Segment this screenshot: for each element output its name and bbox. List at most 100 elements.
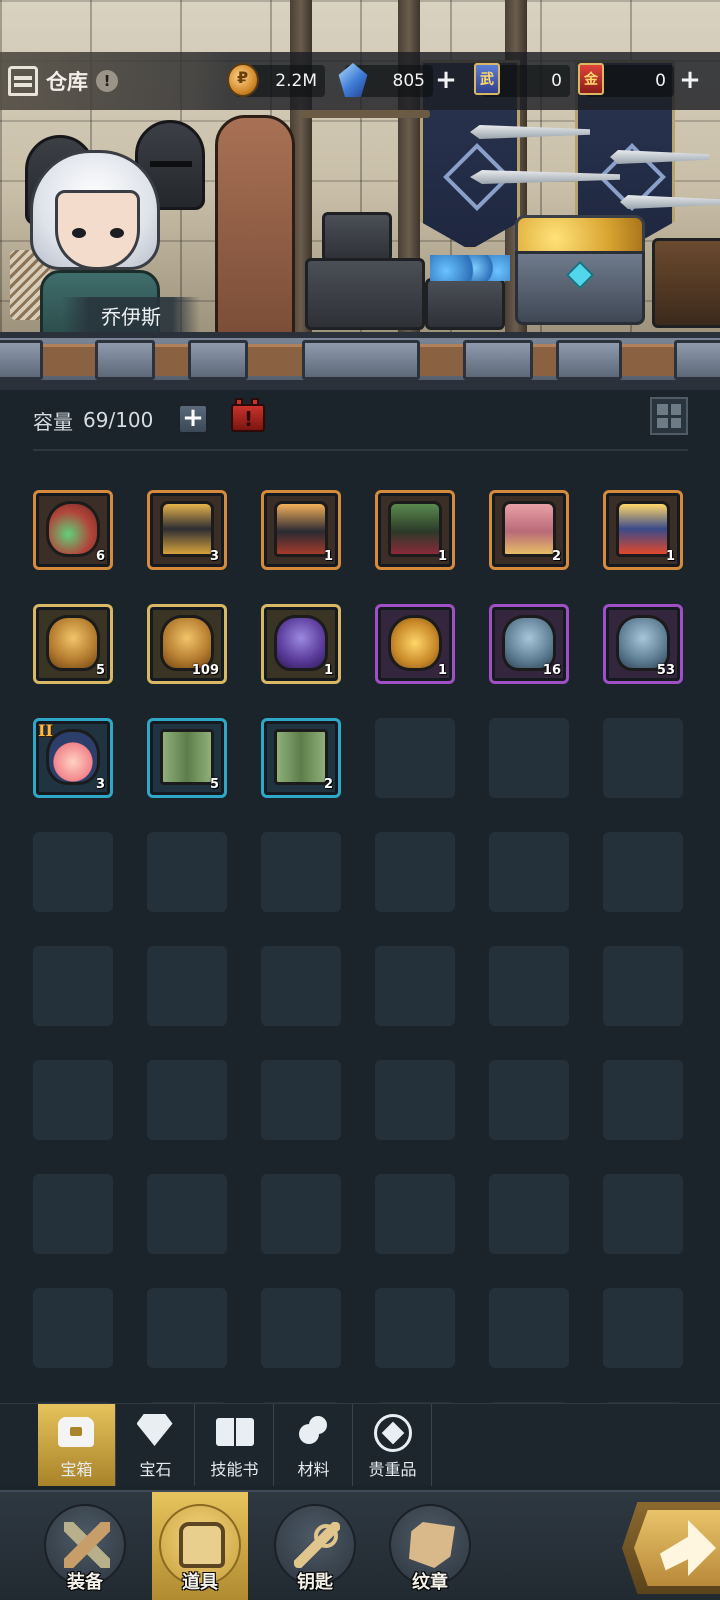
- item-count: 5: [209, 777, 219, 792]
- inventory-slot-empty[interactable]: [489, 1060, 569, 1140]
- tab-gems[interactable]: 宝石: [117, 1404, 195, 1486]
- green-gift-box-2-icon: [274, 729, 328, 785]
- inventory-slot-empty[interactable]: [33, 1288, 113, 1368]
- inventory-slot-empty[interactable]: [375, 1060, 455, 1140]
- inventory-slot-empty[interactable]: [375, 1174, 455, 1254]
- currency-blue-ticket: 武 0: [474, 63, 570, 97]
- nav-label: 道具: [182, 1572, 218, 1593]
- inventory-slot-empty[interactable]: [603, 832, 683, 912]
- inventory-slot-green-gift-box-2[interactable]: 2: [261, 718, 341, 798]
- tab-materials[interactable]: 材料: [275, 1404, 353, 1486]
- info-icon[interactable]: !: [96, 70, 118, 92]
- inventory-slot-flower-scroll-chest[interactable]: 6: [33, 490, 113, 570]
- item-count: 2: [323, 777, 333, 792]
- inventory-slot-green-gift-box[interactable]: 5: [147, 718, 227, 798]
- warehouse-screen: 乔伊斯 仓库 ! 2.2M 805 + 武 0 金 0 +: [0, 0, 720, 1600]
- inventory-slot-empty[interactable]: [147, 1060, 227, 1140]
- inventory-slot-empty[interactable]: [603, 718, 683, 798]
- inventory-slot-tier-two-bundle[interactable]: II 3: [33, 718, 113, 798]
- inventory-slot-empty[interactable]: [489, 1174, 569, 1254]
- inventory-slot-empty[interactable]: [375, 718, 455, 798]
- category-tabs: 宝箱 宝石 技能书 材料 贵重品: [0, 1403, 720, 1486]
- inventory-slot-steel-vase-blue[interactable]: 53: [603, 604, 683, 684]
- tab-label: 材料: [297, 1460, 330, 1479]
- gold-coin-bag-icon: [388, 615, 442, 671]
- inventory-slot-empty[interactable]: [261, 832, 341, 912]
- fire-crown-chest-icon: [616, 501, 670, 557]
- small-chest-icon: [322, 212, 392, 262]
- inventory-slot-steel-vase[interactable]: 16: [489, 604, 569, 684]
- grid-view-toggle[interactable]: [650, 397, 688, 435]
- inventory-slot-pink-ornate-chest[interactable]: 2: [489, 490, 569, 570]
- tab-valuables[interactable]: 贵重品: [354, 1404, 432, 1486]
- inventory-slot-empty[interactable]: [261, 946, 341, 1026]
- tab-label: 宝箱: [60, 1460, 93, 1479]
- divider: [33, 449, 688, 451]
- tab-label: 贵重品: [368, 1460, 417, 1479]
- inventory-slot-fire-crown-chest[interactable]: 1: [603, 490, 683, 570]
- inventory-slot-empty[interactable]: [33, 1174, 113, 1254]
- inventory-slot-empty[interactable]: [603, 1288, 683, 1368]
- inventory-slot-empty[interactable]: [147, 1288, 227, 1368]
- sort-alert-button[interactable]: [227, 396, 269, 436]
- item-count: 1: [665, 549, 675, 564]
- expand-capacity-button[interactable]: +: [178, 404, 208, 434]
- equipment-icon: [64, 1522, 110, 1568]
- tab-chests[interactable]: 宝箱: [38, 1404, 116, 1486]
- inventory-slot-empty[interactable]: [489, 1288, 569, 1368]
- inventory-slot-empty[interactable]: [603, 1174, 683, 1254]
- mannequin: [215, 115, 295, 340]
- nav-emblems[interactable]: 纹章: [382, 1492, 478, 1600]
- treasure-chest-icon: [515, 215, 645, 325]
- inventory-slot-empty[interactable]: [33, 832, 113, 912]
- nav-label: 纹章: [412, 1572, 448, 1593]
- material-icon: [295, 1414, 333, 1450]
- add-red-ticket-button[interactable]: +: [678, 67, 702, 93]
- inventory-slot-empty[interactable]: [261, 1174, 341, 1254]
- inventory-slot-empty[interactable]: [33, 946, 113, 1026]
- inventory-slot-gold-coin-bag[interactable]: 1: [375, 604, 455, 684]
- nav-equipment[interactable]: 装备: [37, 1492, 133, 1600]
- inventory-slot-purple-vase[interactable]: 1: [261, 604, 341, 684]
- purple-vase-icon: [274, 615, 328, 671]
- inventory-slot-green-goblin-chest[interactable]: 1: [375, 490, 455, 570]
- chest-icon: [652, 238, 720, 328]
- inventory-slot-empty[interactable]: [489, 832, 569, 912]
- inventory-slot-black-gold-chest[interactable]: 3: [147, 490, 227, 570]
- inventory-slot-empty[interactable]: [603, 1060, 683, 1140]
- inventory-slot-empty[interactable]: [33, 1060, 113, 1140]
- gem-pile-icon: [430, 255, 510, 281]
- inventory-slot-empty[interactable]: [147, 946, 227, 1026]
- inventory-slot-empty[interactable]: [261, 1288, 341, 1368]
- inventory-slot-empty[interactable]: [603, 946, 683, 1026]
- add-crystal-button[interactable]: +: [434, 67, 458, 93]
- nav-keys[interactable]: 钥匙: [267, 1492, 363, 1600]
- red-ticket-value: 0: [655, 71, 666, 91]
- inventory-slot-empty[interactable]: [261, 1060, 341, 1140]
- item-count: 109: [191, 663, 219, 678]
- inventory-slot-empty[interactable]: [147, 832, 227, 912]
- chest-icon: [305, 258, 425, 330]
- page-title: 仓库 !: [0, 52, 230, 110]
- tab-label: 技能书: [210, 1460, 259, 1479]
- inventory-slot-gold-vase-large[interactable]: 109: [147, 604, 227, 684]
- character-name: 乔伊斯: [62, 297, 200, 333]
- inventory-slot-empty[interactable]: [147, 1174, 227, 1254]
- item-count: 1: [323, 663, 333, 678]
- gem-icon: [136, 1414, 175, 1450]
- inventory-slot-gold-vase[interactable]: 5: [33, 604, 113, 684]
- inventory-slot-empty[interactable]: [375, 1288, 455, 1368]
- inventory-slot-empty[interactable]: [375, 832, 455, 912]
- inventory-slot-empty[interactable]: [375, 946, 455, 1026]
- item-count: 2: [551, 549, 561, 564]
- inventory-slot-empty[interactable]: [489, 946, 569, 1026]
- inventory-slot-empty[interactable]: [489, 718, 569, 798]
- item-count: 3: [209, 549, 219, 564]
- nav-label: 装备: [67, 1572, 103, 1593]
- tab-skill-books[interactable]: 技能书: [196, 1404, 274, 1486]
- weapon-rack: [300, 110, 430, 118]
- inventory-grid: 6 3 1 1 2 1 5 109 1 1 16 53 II 3 5 2: [33, 490, 693, 1482]
- red-ticket-icon: 金: [578, 63, 604, 95]
- nav-items[interactable]: 道具: [152, 1492, 248, 1600]
- inventory-slot-dark-sun-chest[interactable]: 1: [261, 490, 341, 570]
